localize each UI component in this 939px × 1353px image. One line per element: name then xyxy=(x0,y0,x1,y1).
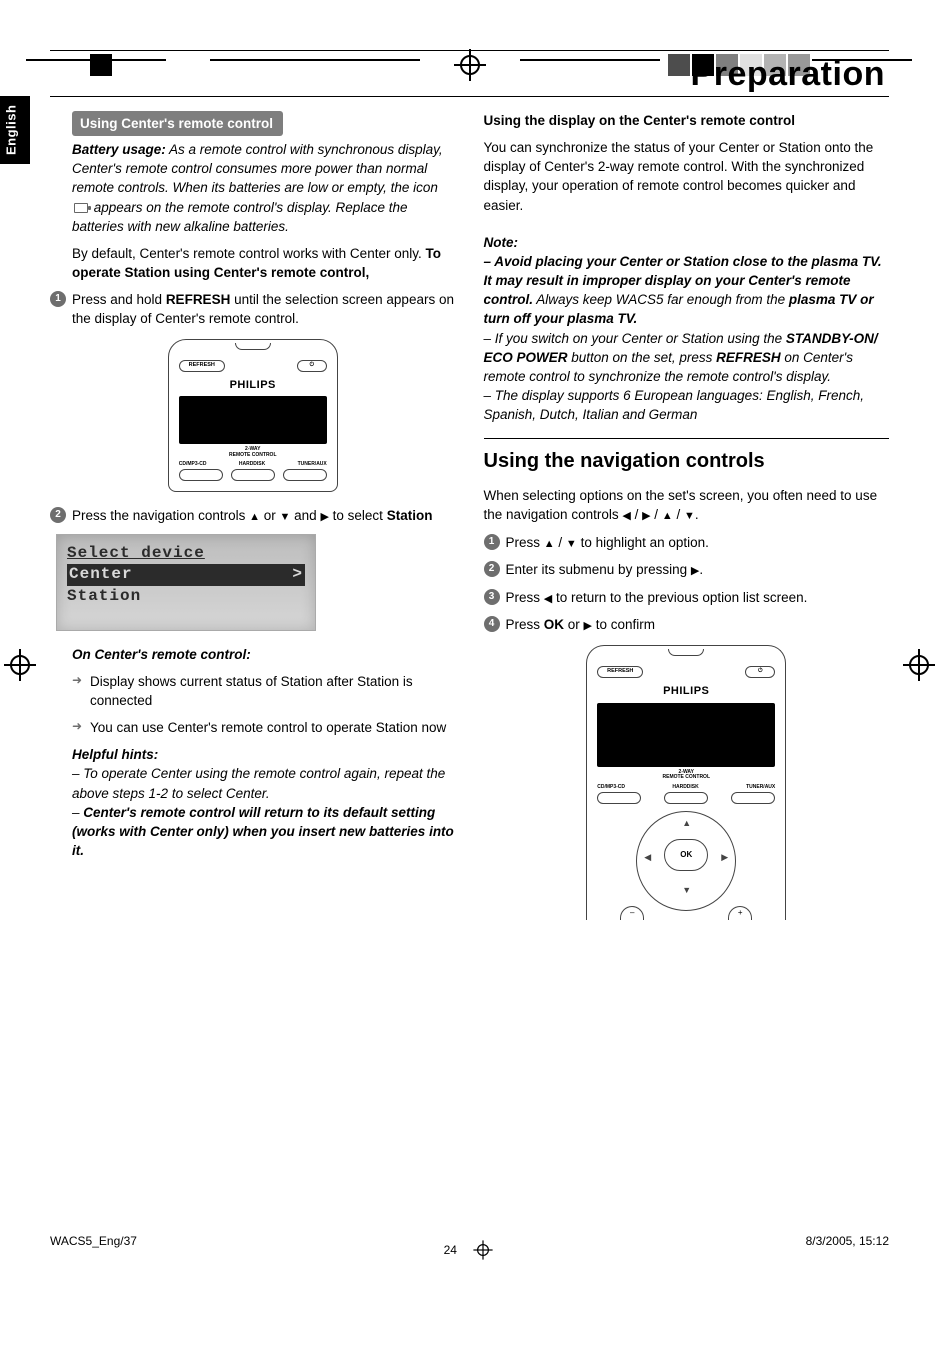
remote-ok-button: OK xyxy=(664,839,708,871)
nav-heading: Using the navigation controls xyxy=(484,447,890,475)
display-heading: Using the display on the Center's remote… xyxy=(484,111,890,130)
remote-refresh-button: REFRESH xyxy=(179,360,225,372)
down-arrow-icon: ▼ xyxy=(684,509,695,525)
down-arrow-icon: ▼ xyxy=(280,510,291,526)
remote-plus-button: + xyxy=(728,906,752,920)
footer-timestamp: 8/3/2005, 15:12 xyxy=(806,1234,889,1266)
language-tab: English xyxy=(0,96,30,164)
up-arrow-icon: ▲ xyxy=(249,510,260,526)
battery-usage-text: Battery usage: As a remote control with … xyxy=(72,140,456,236)
remote-tab-cd xyxy=(179,469,223,481)
step-2: 2 Press the navigation controls ▲ or ▼ a… xyxy=(50,506,456,526)
left-column: Using Center's remote control Battery us… xyxy=(50,111,456,934)
default-operation-text: By default, Center's remote control work… xyxy=(72,244,456,282)
remote-tab-cd xyxy=(597,792,641,804)
page-body: English Preparation Using Center's remot… xyxy=(50,50,889,1280)
remote-screen xyxy=(597,703,775,767)
remote-brand: PHILIPS xyxy=(179,378,327,394)
crop-mark-left xyxy=(4,649,36,681)
note-block: Note: – Avoid placing your Center or Sta… xyxy=(484,233,890,425)
nav-step-3: 3 Press ◀ to return to the previous opti… xyxy=(484,588,890,608)
right-arrow-icon: ▶ xyxy=(642,509,650,525)
remote-tab-hdd xyxy=(664,792,708,804)
dpad-left-icon: ◀ xyxy=(644,851,651,864)
remote-subtitle: 2-WAYREMOTE CONTROL xyxy=(597,770,775,781)
lcd-line-2-selected: Center> xyxy=(67,564,305,586)
lcd-screenshot: Select device Center> Station xyxy=(56,534,316,631)
on-remote-heading: On Center's remote control: xyxy=(72,645,456,664)
right-column: Using the display on the Center's remote… xyxy=(484,111,890,934)
nav-step-4: 4 Press OK or ▶ to confirm xyxy=(484,615,890,635)
remote-power-button: ⏻ xyxy=(745,666,775,678)
result-bullet-1: Display shows current status of Station … xyxy=(72,672,456,710)
title-bar: Preparation xyxy=(50,50,889,97)
remote-illustration-large: REFRESH ⏻ PHILIPS 2-WAYREMOTE CONTROL CD… xyxy=(586,645,786,920)
remote-minus-button: – xyxy=(620,906,644,920)
battery-low-icon xyxy=(74,203,88,213)
step-badge-2: 2 xyxy=(50,507,66,523)
divider xyxy=(484,438,890,439)
step-badge-3: 3 xyxy=(484,589,500,605)
remote-power-button: ⏻ xyxy=(297,360,327,372)
page-title: Preparation xyxy=(54,55,885,94)
lcd-line-3: Station xyxy=(67,587,141,605)
step-badge-2: 2 xyxy=(484,561,500,577)
crop-mark-bottom xyxy=(473,1240,492,1259)
step-badge-4: 4 xyxy=(484,616,500,632)
step-badge-1: 1 xyxy=(484,534,500,550)
remote-dpad: OK ▲ ▼ ◀ ▶ – + xyxy=(626,810,746,920)
dpad-right-icon: ▶ xyxy=(721,851,728,864)
dpad-down-icon: ▼ xyxy=(682,884,691,897)
remote-tab-tuner xyxy=(731,792,775,804)
remote-tab-tuner xyxy=(283,469,327,481)
left-arrow-icon: ◀ xyxy=(622,509,630,525)
remote-tab-hdd xyxy=(231,469,275,481)
remote-refresh-button: REFRESH xyxy=(597,666,643,678)
display-para: You can synchronize the status of your C… xyxy=(484,138,890,215)
remote-illustration-small: REFRESH ⏻ PHILIPS 2-WAYREMOTE CONTROL CD… xyxy=(168,339,338,493)
dpad-up-icon: ▲ xyxy=(682,817,691,830)
hint-1: – To operate Center using the remote con… xyxy=(72,764,456,802)
step-1: 1 Press and hold REFRESH until the selec… xyxy=(50,290,456,328)
remote-brand: PHILIPS xyxy=(597,684,775,700)
remote-screen xyxy=(179,396,327,444)
result-bullet-2: You can use Center's remote control to o… xyxy=(72,718,456,737)
lcd-line-1: Select device xyxy=(67,543,305,565)
nav-step-2: 2 Enter its submenu by pressing ▶. xyxy=(484,560,890,580)
note-label: Note: xyxy=(484,235,519,250)
nav-intro: When selecting options on the set's scre… xyxy=(484,486,890,525)
up-arrow-icon: ▲ xyxy=(662,509,673,525)
hint-2: – Center's remote control will return to… xyxy=(72,803,456,860)
footer-doc-id: WACS5_Eng/37 xyxy=(50,1234,137,1266)
step-badge-1: 1 xyxy=(50,291,66,307)
footer-page-number: 24 xyxy=(444,1243,457,1257)
hints-heading: Helpful hints: xyxy=(72,745,456,764)
page-footer: WACS5_Eng/37 24 8/3/2005, 15:12 xyxy=(50,1234,889,1266)
remote-subtitle: 2-WAYREMOTE CONTROL xyxy=(179,447,327,458)
crop-mark-right xyxy=(903,649,935,681)
section-heading-remote: Using Center's remote control xyxy=(72,111,283,136)
right-arrow-icon: ▶ xyxy=(320,510,328,526)
nav-step-1: 1 Press ▲ / ▼ to highlight an option. xyxy=(484,533,890,553)
